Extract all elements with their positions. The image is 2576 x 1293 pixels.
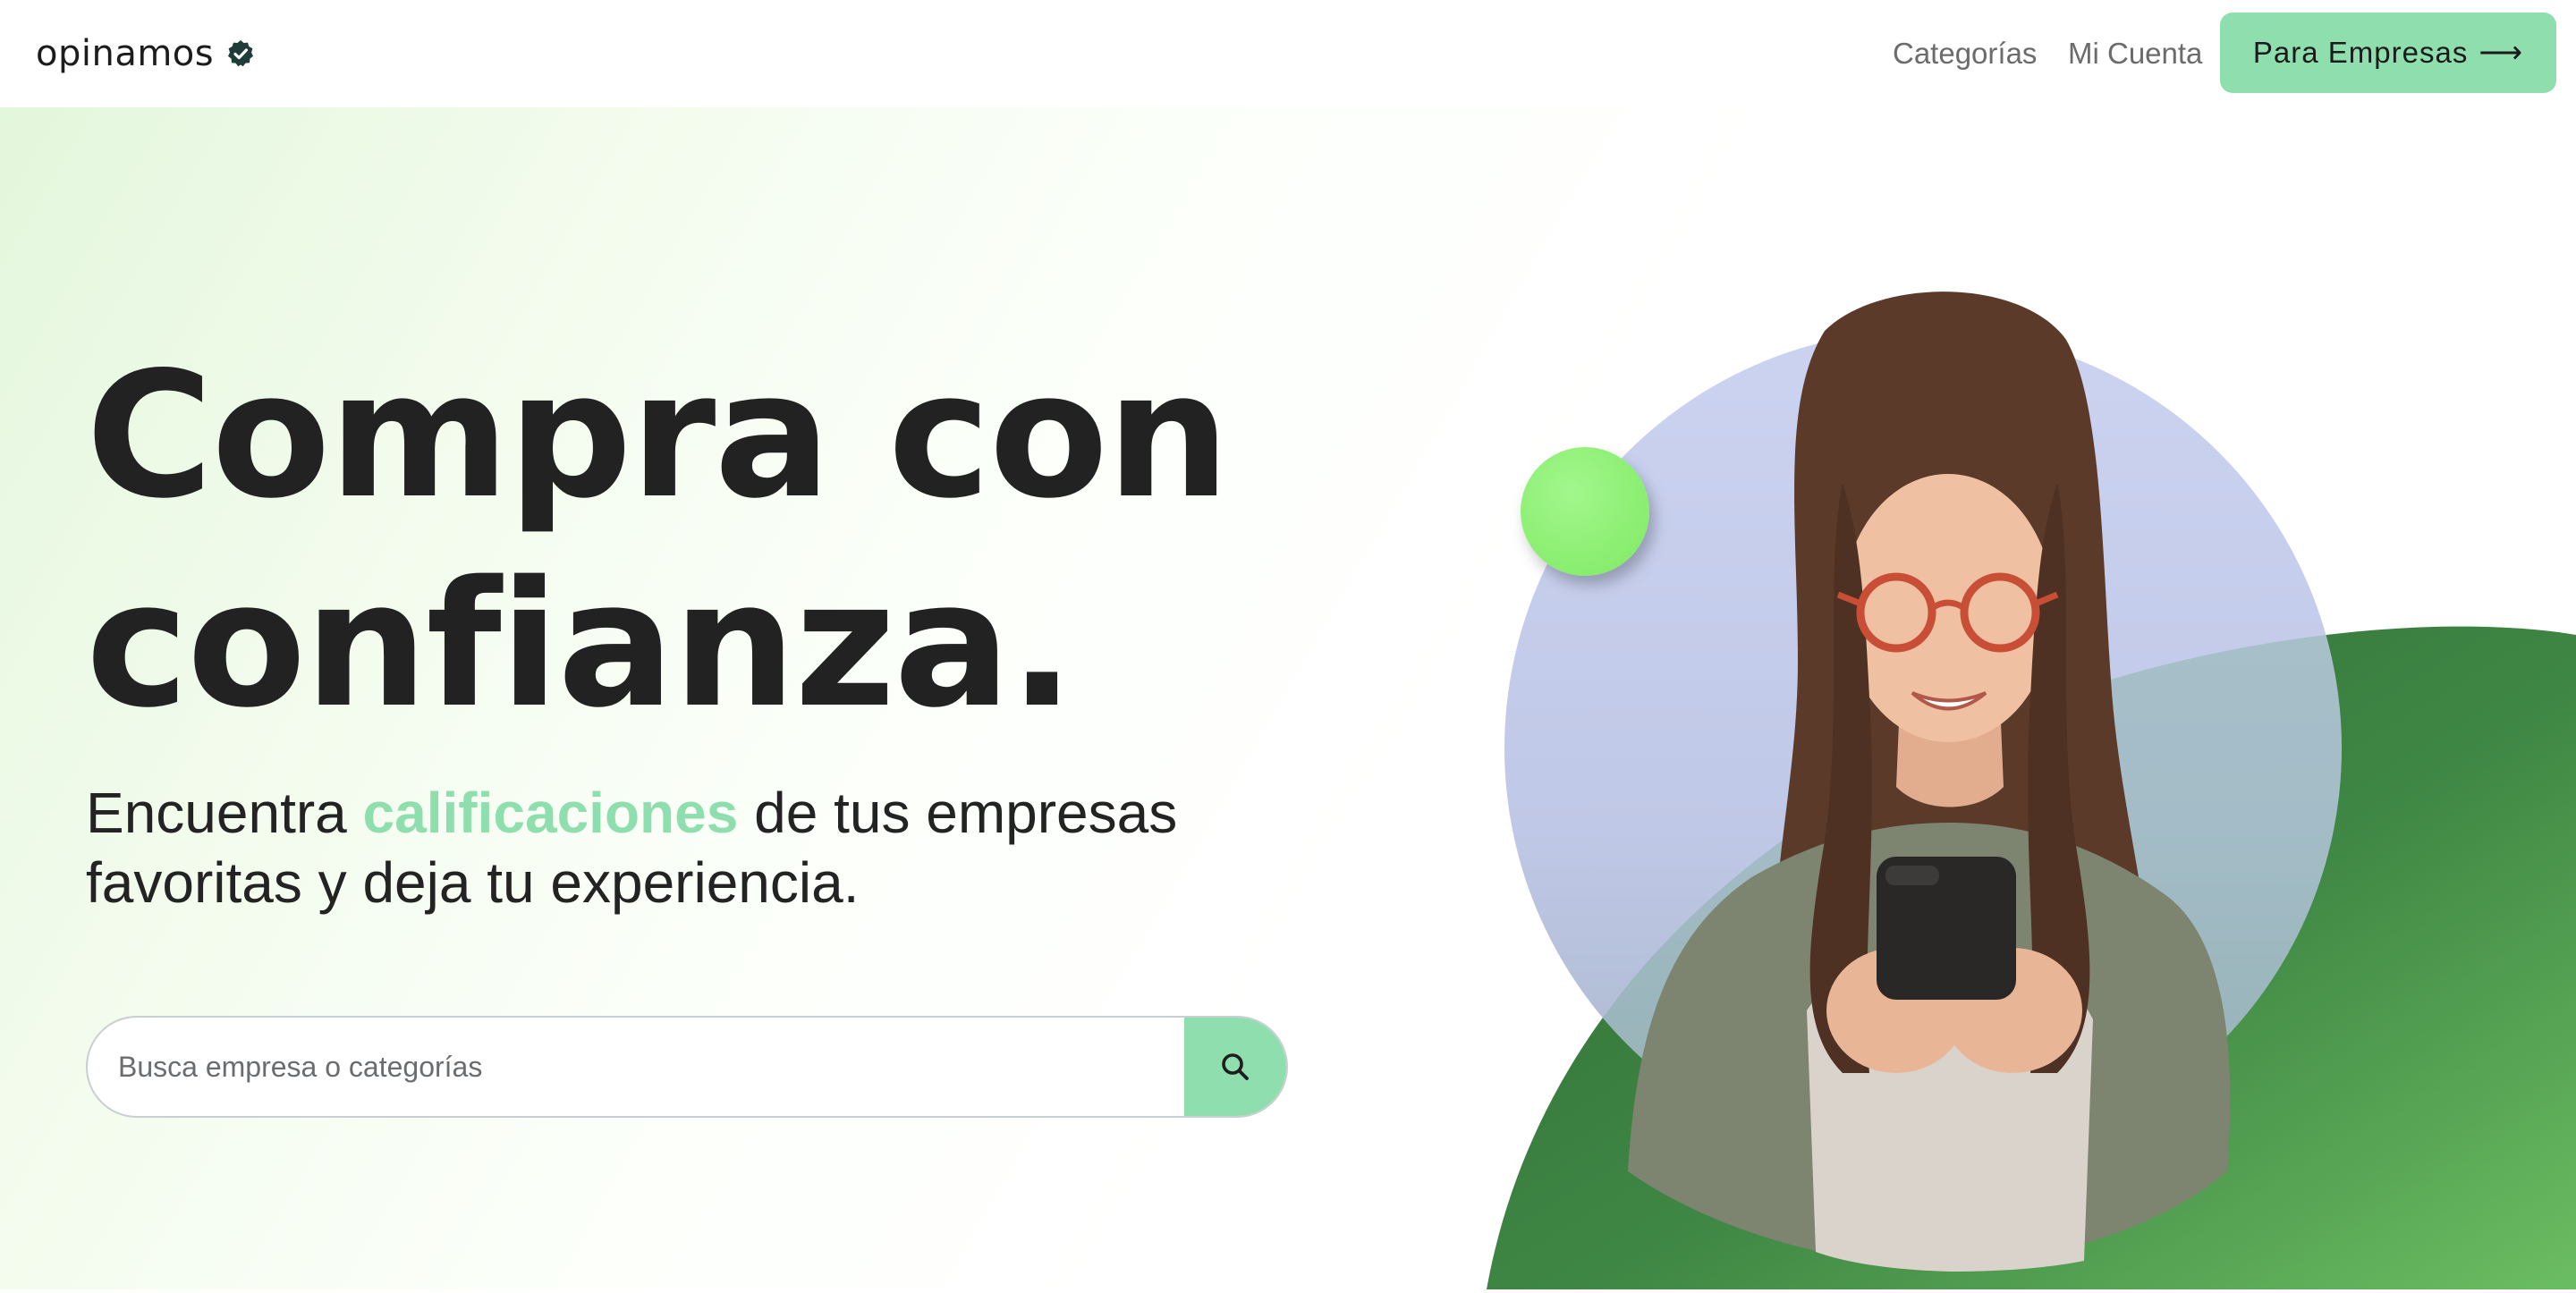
green-dot: [1521, 447, 1649, 576]
search-icon: [1222, 1053, 1249, 1080]
site-header: opinamos Categorías Mi Cuenta Para Empre…: [0, 0, 2576, 107]
search-input[interactable]: [88, 1018, 1186, 1116]
headline-line-1: Compra con: [86, 334, 1230, 537]
nav-link-categories[interactable]: Categorías: [1893, 37, 2037, 71]
search-button[interactable]: [1184, 1018, 1286, 1116]
verified-check-icon: [228, 40, 254, 67]
logo-text: opinamos: [36, 33, 215, 74]
hero-subtitle: Encuentra calificaciones de tus empresas…: [86, 778, 1338, 917]
hero-section: Compra con confianza. Encuentra califica…: [0, 107, 2576, 1289]
hero-headline: Compra con confianza.: [86, 331, 1230, 749]
search-bar: [86, 1016, 1288, 1118]
arrow-right-icon: ⟶: [2479, 36, 2524, 70]
for-businesses-label: Para Empresas: [2252, 36, 2469, 69]
headline-line-2: confianza.: [86, 544, 1075, 746]
subtitle-highlight: calificaciones: [362, 781, 739, 845]
subtitle-text-start: Encuentra: [86, 781, 363, 845]
nav-link-account[interactable]: Mi Cuenta: [2068, 37, 2202, 71]
for-businesses-button[interactable]: Para Empresas ⟶: [2220, 13, 2556, 93]
logo[interactable]: opinamos: [36, 27, 255, 80]
